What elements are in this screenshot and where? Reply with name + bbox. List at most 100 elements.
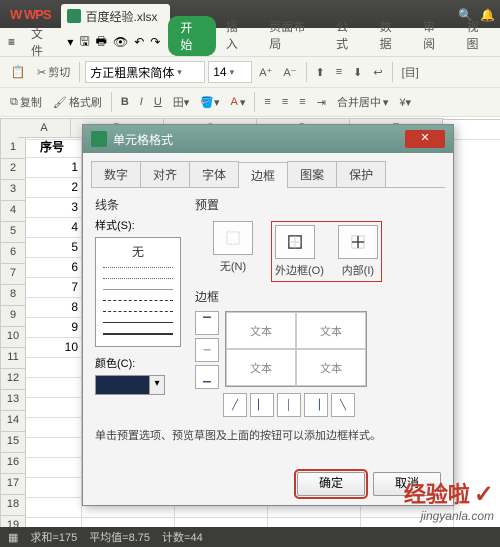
row-header[interactable]: 8	[0, 285, 26, 306]
tab-align[interactable]: 对齐	[140, 161, 190, 187]
menu-icon[interactable]: ≡	[8, 35, 15, 49]
cell[interactable]: 9	[26, 318, 82, 338]
cell[interactable]: 5	[26, 238, 82, 258]
bold-button[interactable]: B	[117, 94, 133, 110]
preset-inside-button[interactable]	[338, 225, 378, 259]
row-header[interactable]: 4	[0, 201, 26, 222]
tab-number[interactable]: 数字	[91, 161, 141, 187]
border-left-button[interactable]: ▏	[250, 393, 274, 417]
redo-icon[interactable]: ↷	[150, 35, 160, 49]
currency-button[interactable]: ¥▾	[395, 94, 415, 111]
cell[interactable]	[26, 478, 82, 498]
border-diag1-button[interactable]: ╱	[223, 393, 247, 417]
cell[interactable]	[26, 458, 82, 478]
row-header[interactable]: 1	[0, 138, 26, 159]
align-top-button[interactable]: ⬆	[312, 64, 329, 81]
cell[interactable]: 7	[26, 278, 82, 298]
undo-icon[interactable]: ↶	[134, 35, 144, 49]
menu-formula[interactable]: 公式	[326, 14, 369, 56]
cell[interactable]	[26, 358, 82, 378]
save-icon[interactable]: 🖫	[79, 32, 89, 53]
row-header[interactable]: 19	[0, 516, 26, 527]
style-none[interactable]: 无	[99, 241, 177, 262]
border-preview[interactable]: 文本 文本 文本 文本	[225, 311, 367, 387]
tab-pattern[interactable]: 图案	[287, 161, 337, 187]
cell[interactable]	[26, 398, 82, 418]
line-style-list[interactable]: 无	[95, 237, 181, 347]
row-header[interactable]: 7	[0, 264, 26, 285]
cell[interactable]: 2	[26, 178, 82, 198]
merge-center-button[interactable]: 合并居中▾	[333, 92, 393, 112]
menu-file[interactable]: 文件	[21, 21, 61, 63]
row-header[interactable]: 11	[0, 348, 26, 369]
cell[interactable]: 6	[26, 258, 82, 278]
align-center-button[interactable]: ≡	[278, 94, 292, 110]
border-vmiddle-button[interactable]: │	[277, 393, 301, 417]
border-right-button[interactable]: ▕	[304, 393, 328, 417]
style-solid[interactable]	[99, 317, 177, 328]
row-header[interactable]: 5	[0, 222, 26, 243]
cell[interactable]: 3	[26, 198, 82, 218]
align-right-button[interactable]: ≡	[295, 94, 309, 110]
dialog-titlebar[interactable]: 单元格格式 ✕	[83, 125, 453, 153]
menu-layout[interactable]: 页面布局	[259, 14, 326, 56]
preview-icon[interactable]: 👁	[113, 35, 128, 49]
status-sheet-icon[interactable]: ▦	[8, 531, 18, 544]
cell[interactable]: 10	[26, 338, 82, 358]
decrease-font-button[interactable]: A⁻	[279, 64, 300, 81]
copy-button[interactable]: ⧉复制	[6, 92, 46, 112]
row-header[interactable]: 6	[0, 243, 26, 264]
row-header[interactable]: 16	[0, 453, 26, 474]
row-header[interactable]: 9	[0, 306, 26, 327]
row-header[interactable]: 13	[0, 390, 26, 411]
tab-protect[interactable]: 保护	[336, 161, 386, 187]
format-painter-button[interactable]: 🖌格式刷	[49, 92, 106, 112]
col-header-A[interactable]: A	[18, 118, 71, 138]
ok-button[interactable]: 确定	[297, 472, 365, 496]
cell[interactable]	[26, 378, 82, 398]
close-button[interactable]: ✕	[405, 130, 445, 148]
menu-start[interactable]: 开始	[168, 16, 215, 56]
menu-review[interactable]: 审阅	[413, 14, 456, 56]
tab-font[interactable]: 字体	[189, 161, 239, 187]
align-bottom-button[interactable]: ⬇	[349, 64, 366, 81]
style-dotted[interactable]	[99, 262, 177, 273]
font-size-select[interactable]: 14▾	[208, 61, 252, 83]
cell[interactable]: 序号	[26, 138, 82, 158]
style-thick[interactable]	[99, 328, 177, 339]
style-dashed[interactable]	[99, 295, 177, 306]
row-header[interactable]: 17	[0, 474, 26, 495]
fill-color-button[interactable]: 🪣▾	[196, 94, 223, 111]
cell[interactable]	[26, 518, 82, 527]
border-diag2-button[interactable]: ╲	[331, 393, 355, 417]
menu-data[interactable]: 数据	[370, 14, 413, 56]
row-header[interactable]: 2	[0, 159, 26, 180]
wrap-button[interactable]: ↩	[369, 64, 386, 81]
align-left-button[interactable]: ≡	[260, 94, 274, 110]
indent-button[interactable]: ⇥	[313, 94, 330, 111]
row-header[interactable]: 15	[0, 432, 26, 453]
paste-button[interactable]: 📋	[6, 62, 30, 82]
preset-outline-button[interactable]	[275, 225, 315, 259]
font-name-select[interactable]: 方正粗黑宋简体▾	[85, 61, 205, 83]
menu-view[interactable]: 视图	[457, 14, 500, 56]
preset-none-button[interactable]	[213, 221, 253, 255]
row-header[interactable]: 3	[0, 180, 26, 201]
font-color-button[interactable]: A▾	[227, 94, 250, 111]
style-dotted-2[interactable]	[99, 273, 177, 284]
increase-font-button[interactable]: A⁺	[255, 64, 276, 81]
style-thin[interactable]	[99, 284, 177, 295]
border-hmiddle-button[interactable]: ─	[195, 338, 219, 362]
document-tab[interactable]: 百度经验.xlsx	[61, 4, 170, 28]
general-format-button[interactable]: [目]	[398, 62, 423, 82]
cell[interactable]	[26, 498, 82, 518]
menu-insert[interactable]: 插入	[216, 14, 259, 56]
row-header[interactable]: 14	[0, 411, 26, 432]
cell[interactable]: 1	[26, 158, 82, 178]
row-header[interactable]: 18	[0, 495, 26, 516]
cell[interactable]	[268, 518, 361, 527]
underline-button[interactable]: U	[150, 94, 166, 110]
row-header[interactable]: 12	[0, 369, 26, 390]
border-button[interactable]: 田▾	[169, 92, 194, 112]
row-header[interactable]: 10	[0, 327, 26, 348]
